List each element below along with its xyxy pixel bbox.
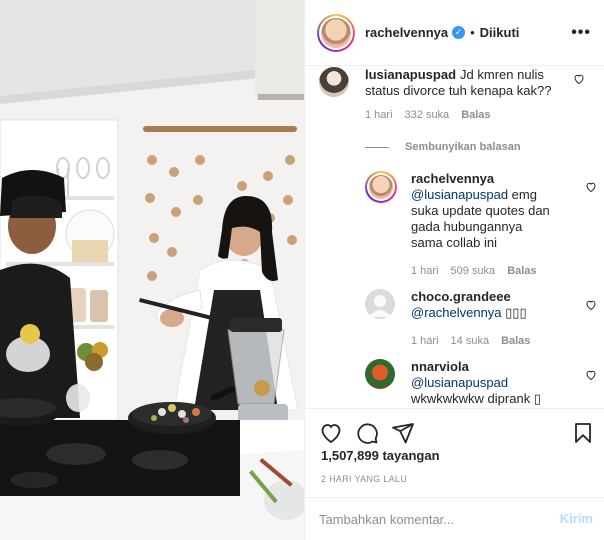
reply-likes[interactable]: 509 suka [451,265,496,277]
comment-meta: 1 hari 332 suka Balas [365,109,491,121]
more-icon[interactable]: ••• [571,24,591,42]
reply-time[interactable]: 1 hari [411,335,439,347]
divider-line [365,146,389,148]
comment-username[interactable]: lusianapuspad [365,67,456,82]
video-frame [0,0,304,540]
hide-replies-button[interactable]: Sembunyikan balasan [365,141,521,153]
following-button[interactable]: Diikuti [480,25,520,40]
bookmark-icon[interactable] [571,421,595,445]
reply-username[interactable]: nnarviola [411,359,469,374]
reply-text: choco.grandeee @rachelvennya ▯▯▯ [411,289,527,320]
author-avatar[interactable] [317,13,355,52]
post-header: rachelvennya ✓ • Diikuti ••• [305,0,604,66]
post-comment-button[interactable]: Kirim [560,511,593,526]
heart-icon[interactable] [585,181,597,193]
separator-dot: • [470,25,475,40]
comment-text: lusianapuspad Jd kmren nulis status divor… [365,67,552,98]
reply-time[interactable]: 1 hari [411,265,439,277]
comment-input[interactable] [319,509,539,529]
reply-username[interactable]: choco.grandeee [411,289,511,304]
mention-link[interactable]: @rachelvennya [411,305,502,320]
heart-icon[interactable] [585,369,597,381]
post-sidebar: rachelvennya ✓ • Diikuti ••• lusianapusp… [304,0,604,540]
heart-icon[interactable] [585,299,597,311]
default-avatar-icon [369,295,391,317]
comment-time[interactable]: 1 hari [365,109,393,121]
post-timestamp[interactable]: 2 HARI YANG LALU [321,474,407,484]
reply-text: nnarviola @lusianapuspad wkwkwkwkw dipra… [411,359,541,406]
commenter-avatar[interactable] [365,359,395,389]
reply-meta: 1 hari 509 suka Balas [411,265,537,277]
comment-likes[interactable]: 332 suka [405,109,450,121]
reply-text: rachelvennya @lusianapuspad emg suka upd… [411,171,550,250]
heart-icon[interactable] [573,73,585,85]
commenter-avatar[interactable] [365,171,397,203]
verified-icon: ✓ [452,26,466,39]
comment-icon[interactable] [355,421,379,445]
heart-icon[interactable] [319,421,343,445]
commenter-avatar[interactable] [319,67,349,97]
add-comment-bar: Kirim [305,497,604,540]
reply-button[interactable]: Balas [461,109,490,121]
comments-list[interactable]: lusianapuspad Jd kmren nulis status divor… [305,67,604,408]
reply-button[interactable]: Balas [507,265,536,277]
reply-username[interactable]: rachelvennya [411,171,494,186]
mention-link[interactable]: @lusianapuspad [411,375,508,390]
reply-button[interactable]: Balas [501,335,530,347]
reply-likes[interactable]: 14 suka [451,335,490,347]
commenter-avatar[interactable] [365,289,395,319]
share-icon[interactable] [391,421,415,445]
author-username[interactable]: rachelvennya [365,25,448,40]
post-video[interactable] [0,0,304,540]
reply-meta: 1 hari 14 suka Balas [411,335,530,347]
view-count[interactable]: 1,507,899 tayangan [321,448,440,463]
mention-link[interactable]: @lusianapuspad [411,187,508,202]
